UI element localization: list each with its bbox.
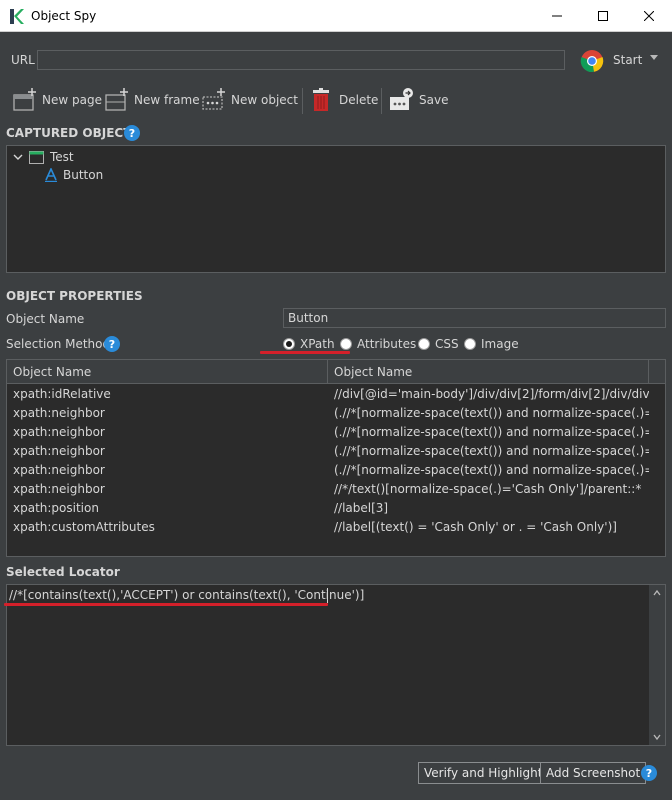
table-cell[interactable]: (.//*[normalize-space(text()) and normal… xyxy=(328,442,649,461)
new-frame-button[interactable]: New frame xyxy=(104,86,200,114)
table-cell[interactable]: xpath:idRelative xyxy=(7,385,328,404)
captured-objects-title: CAPTURED OBJECTS xyxy=(6,126,141,140)
delete-label: Delete xyxy=(339,93,379,107)
radio-image[interactable]: Image xyxy=(464,337,519,351)
table-cell[interactable]: xpath:neighbor xyxy=(7,461,328,480)
table-cell[interactable]: (.//*[normalize-space(text()) and normal… xyxy=(328,404,649,423)
selected-locator-title: Selected Locator xyxy=(6,565,120,579)
vertical-scrollbar[interactable] xyxy=(649,585,665,745)
save-icon xyxy=(390,88,413,110)
new-frame-icon xyxy=(105,88,128,111)
radio-label: CSS xyxy=(435,337,459,351)
locator-text: //*[contains(text(),'ACCEPT') or contain… xyxy=(9,588,365,602)
save-button[interactable]: Save xyxy=(389,86,448,114)
selection-method-label: Selection Method xyxy=(6,337,111,351)
radio-unchecked-icon xyxy=(464,338,476,350)
table-cell[interactable]: //label[3] xyxy=(328,499,649,518)
text-caret xyxy=(327,588,328,603)
title-bar: Object Spy xyxy=(0,0,672,32)
annotation-underline xyxy=(260,351,350,354)
delete-button[interactable]: Delete xyxy=(309,86,378,114)
window-title: Object Spy xyxy=(31,9,97,23)
selected-locator-textarea[interactable]: //*[contains(text(),'ACCEPT') or contain… xyxy=(6,584,666,746)
radio-label: Image xyxy=(481,337,519,351)
tree-item-button[interactable]: Button xyxy=(45,166,103,184)
close-icon xyxy=(644,11,654,21)
help-icon[interactable]: ? xyxy=(104,336,120,352)
tree-item-label: Button xyxy=(63,168,104,182)
katalon-logo-icon xyxy=(8,8,25,25)
toolbar-separator xyxy=(381,88,382,114)
table-cell[interactable]: //div[@id='main-body']/div/div[2]/form/d… xyxy=(328,385,649,404)
close-button[interactable] xyxy=(626,0,672,32)
radio-checked-icon xyxy=(283,338,295,350)
start-dropdown-icon[interactable] xyxy=(650,55,658,60)
maximize-button[interactable] xyxy=(580,0,626,32)
save-label: Save xyxy=(419,93,449,107)
radio-unchecked-icon xyxy=(418,338,430,350)
maximize-icon xyxy=(598,11,608,21)
add-screenshot-button[interactable]: Add Screenshot xyxy=(540,762,647,784)
object-properties-title: OBJECT PROPERTIES xyxy=(6,289,143,303)
scroll-up-icon[interactable] xyxy=(653,589,661,597)
table-cell[interactable]: (.//*[normalize-space(text()) and normal… xyxy=(328,461,649,480)
toolbar-separator xyxy=(302,88,303,114)
chevron-down-icon[interactable] xyxy=(13,152,23,162)
radio-label: XPath xyxy=(300,337,335,351)
table-cell[interactable]: //label[(text() = 'Cash Only' or . = 'Ca… xyxy=(328,518,649,537)
new-object-icon xyxy=(202,88,225,110)
new-page-icon xyxy=(13,88,36,111)
page-icon xyxy=(29,150,44,164)
tree-item-label: Test xyxy=(50,150,74,164)
tree-item-test[interactable]: Test xyxy=(13,148,74,166)
start-button[interactable]: Start xyxy=(613,53,642,67)
properties-table[interactable]: Object Name Object Name xpath:idRelative… xyxy=(6,359,666,557)
radio-unchecked-icon xyxy=(340,338,352,350)
new-page-button[interactable]: New page xyxy=(12,86,102,114)
help-icon[interactable]: ? xyxy=(124,125,140,141)
url-input[interactable] xyxy=(37,50,565,70)
minimize-icon xyxy=(552,15,562,17)
new-page-label: New page xyxy=(42,93,102,107)
trash-icon xyxy=(313,88,329,111)
minimize-button[interactable] xyxy=(534,0,580,32)
table-cell[interactable]: xpath:neighbor xyxy=(7,423,328,442)
radio-xpath[interactable]: XPath xyxy=(283,337,335,351)
chrome-icon[interactable] xyxy=(580,49,604,73)
help-icon[interactable]: ? xyxy=(641,765,657,781)
column-header[interactable]: Object Name xyxy=(328,360,649,384)
captured-objects-tree[interactable]: Test Button xyxy=(6,145,666,273)
text-object-icon xyxy=(45,168,57,182)
column-header-filler xyxy=(649,360,665,384)
object-name-input[interactable] xyxy=(283,308,666,328)
table-cell[interactable]: (.//*[normalize-space(text()) and normal… xyxy=(328,423,649,442)
new-object-button[interactable]: New object xyxy=(201,86,298,114)
verify-highlight-button[interactable]: Verify and Highlight xyxy=(418,762,549,784)
table-cell[interactable]: xpath:position xyxy=(7,499,328,518)
object-name-label: Object Name xyxy=(6,312,85,326)
radio-attributes[interactable]: Attributes xyxy=(340,337,416,351)
table-cell[interactable]: xpath:neighbor xyxy=(7,442,328,461)
url-label: URL xyxy=(11,53,35,67)
radio-label: Attributes xyxy=(357,337,417,351)
table-cell[interactable]: //*/text()[normalize-space(.)='Cash Only… xyxy=(328,480,649,499)
table-cell[interactable]: xpath:customAttributes xyxy=(7,518,328,537)
column-header[interactable]: Object Name xyxy=(7,360,328,384)
annotation-underline xyxy=(4,603,328,606)
new-frame-label: New frame xyxy=(134,93,200,107)
new-object-label: New object xyxy=(231,93,298,107)
table-cell[interactable]: xpath:neighbor xyxy=(7,404,328,423)
table-cell[interactable]: xpath:neighbor xyxy=(7,480,328,499)
radio-css[interactable]: CSS xyxy=(418,337,459,351)
scroll-down-icon[interactable] xyxy=(653,733,661,741)
